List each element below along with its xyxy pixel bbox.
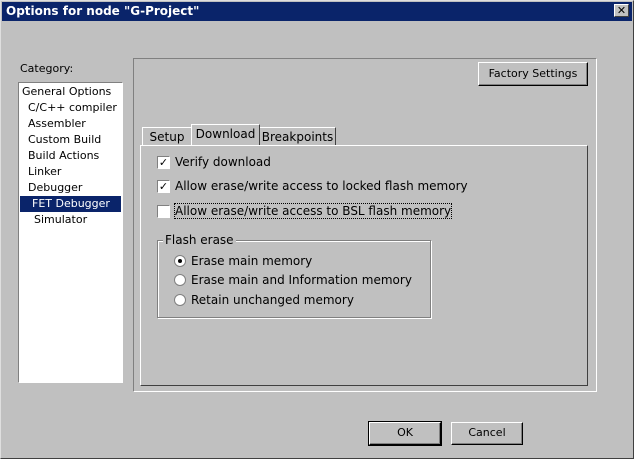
erase-main-label[interactable]: Erase main memory xyxy=(191,254,312,268)
category-item-linker[interactable]: Linker xyxy=(26,164,63,180)
tab-setup[interactable]: Setup xyxy=(142,127,192,145)
locked-flash-access-checkbox[interactable]: ✓ xyxy=(157,180,170,193)
category-item-build-actions[interactable]: Build Actions xyxy=(26,148,101,164)
bsl-flash-access-label[interactable]: Allow erase/write access to BSL flash me… xyxy=(173,203,453,219)
flash-erase-title: Flash erase xyxy=(163,233,236,247)
erase-main-info-label[interactable]: Erase main and Information memory xyxy=(191,273,412,287)
title-bar[interactable]: Options for node "G-Project" ✕ xyxy=(2,2,632,21)
bsl-flash-access-checkbox[interactable] xyxy=(157,205,170,218)
category-item-fet-debugger[interactable]: FET Debugger xyxy=(20,196,121,212)
category-item-custom-build[interactable]: Custom Build xyxy=(26,132,103,148)
category-item-debugger[interactable]: Debugger xyxy=(26,180,84,196)
radio-selected-dot xyxy=(178,259,182,263)
ok-button[interactable]: OK xyxy=(368,421,442,446)
locked-flash-access-label[interactable]: Allow erase/write access to locked flash… xyxy=(175,179,468,193)
category-label: Category: xyxy=(20,62,74,75)
category-item-simulator[interactable]: Simulator xyxy=(32,212,89,228)
category-item-assembler[interactable]: Assembler xyxy=(26,116,88,132)
category-item-c-compiler[interactable]: C/C++ compiler xyxy=(26,100,119,116)
verify-download-checkbox[interactable]: ✓ xyxy=(157,156,170,169)
category-item-general-options[interactable]: General Options xyxy=(20,84,113,100)
close-button[interactable]: ✕ xyxy=(614,4,629,17)
cancel-button[interactable]: Cancel xyxy=(451,422,523,445)
verify-download-label[interactable]: Verify download xyxy=(175,155,271,169)
retain-memory-radio[interactable] xyxy=(174,294,186,306)
tab-download[interactable]: Download xyxy=(191,124,260,145)
category-list[interactable]: General Options C/C++ compiler Assembler… xyxy=(18,82,123,383)
erase-main-radio[interactable] xyxy=(174,255,186,267)
erase-main-info-radio[interactable] xyxy=(174,274,186,286)
retain-memory-label[interactable]: Retain unchanged memory xyxy=(191,293,354,307)
factory-settings-button[interactable]: Factory Settings xyxy=(478,62,588,86)
tab-breakpoints[interactable]: Breakpoints xyxy=(259,127,336,145)
window-title: Options for node "G-Project" xyxy=(6,4,200,18)
